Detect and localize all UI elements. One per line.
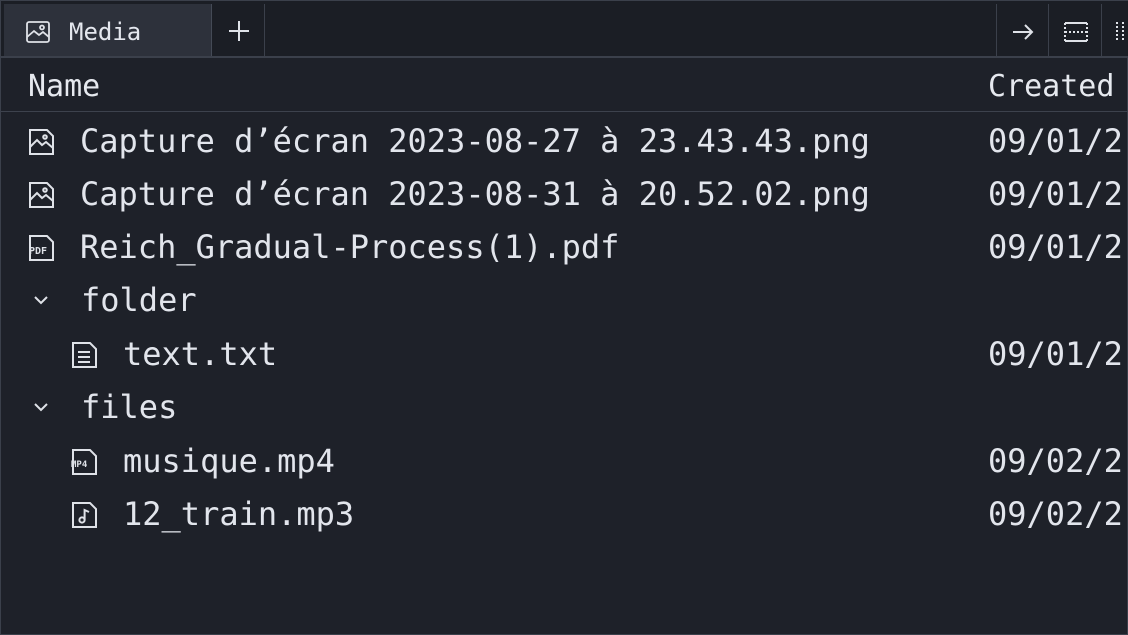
file-created: 09/01/2 (988, 122, 1123, 160)
go-button[interactable] (996, 4, 1048, 56)
file-name: Capture d’écran 2023-08-27 à 23.43.43.pn… (80, 122, 870, 160)
file-name: Capture d’écran 2023-08-31 à 20.52.02.pn… (80, 175, 870, 213)
file-created: 09/02/2 (988, 495, 1123, 533)
plus-icon (229, 21, 249, 41)
text-file-icon (72, 342, 97, 368)
file-name: Reich_Gradual-Process(1).pdf (80, 228, 620, 266)
file-created: 09/01/2 (988, 228, 1123, 266)
folder-name: folder (81, 281, 197, 319)
file-created: 09/01/2 (988, 175, 1123, 213)
split-vertical-icon (1116, 22, 1124, 42)
image-icon (26, 21, 50, 43)
file-name: 12_train.mp3 (123, 495, 355, 533)
folder-row[interactable]: files (1, 380, 1128, 433)
tab-bar: Media (1, 1, 1128, 58)
file-name: text.txt (123, 335, 278, 373)
table-row[interactable]: Capture d’écran 2023-08-27 à 23.43.43.pn… (1, 114, 1128, 167)
column-header-name[interactable]: Name (28, 70, 100, 104)
file-created: 09/01/2 (988, 335, 1123, 373)
column-header-created[interactable]: Created (988, 70, 1114, 104)
table-row[interactable]: PDF Reich_Gradual-Process(1).pdf 09/01/2 (1, 220, 1128, 273)
image-file-icon (29, 129, 54, 155)
svg-text:PDF: PDF (29, 246, 47, 257)
table-row[interactable]: text.txt 09/01/2 (1, 327, 1128, 380)
table-row[interactable]: MP4 musique.mp4 09/02/2 (1, 434, 1128, 487)
media-window: Media Name Created Capture d’écran 2023-… (0, 0, 1128, 635)
table-row[interactable]: 12_train.mp3 09/02/2 (1, 487, 1128, 540)
tab-label: Media (69, 18, 142, 46)
image-file-icon (29, 182, 54, 208)
svg-text:MP4: MP4 (71, 460, 88, 470)
file-created: 09/02/2 (988, 442, 1123, 480)
split-horizontal-icon (1064, 22, 1088, 42)
folder-row[interactable]: folder (1, 273, 1128, 326)
chevron-down-icon[interactable] (30, 289, 52, 311)
file-name: musique.mp4 (123, 442, 335, 480)
new-tab-button[interactable] (213, 4, 265, 56)
table-row[interactable]: Capture d’écran 2023-08-31 à 20.52.02.pn… (1, 167, 1128, 220)
arrow-right-icon (1013, 24, 1034, 40)
pdf-file-icon: PDF (29, 235, 54, 261)
chevron-down-icon[interactable] (30, 396, 52, 418)
split-horizontal-button[interactable] (1048, 4, 1101, 56)
folder-name: files (81, 388, 178, 426)
table-header: Name Created (1, 58, 1128, 112)
split-vertical-button[interactable] (1101, 4, 1128, 56)
mp4-file-icon: MP4 (71, 449, 97, 475)
tab-media[interactable]: Media (4, 4, 212, 56)
audio-file-icon (72, 502, 97, 528)
